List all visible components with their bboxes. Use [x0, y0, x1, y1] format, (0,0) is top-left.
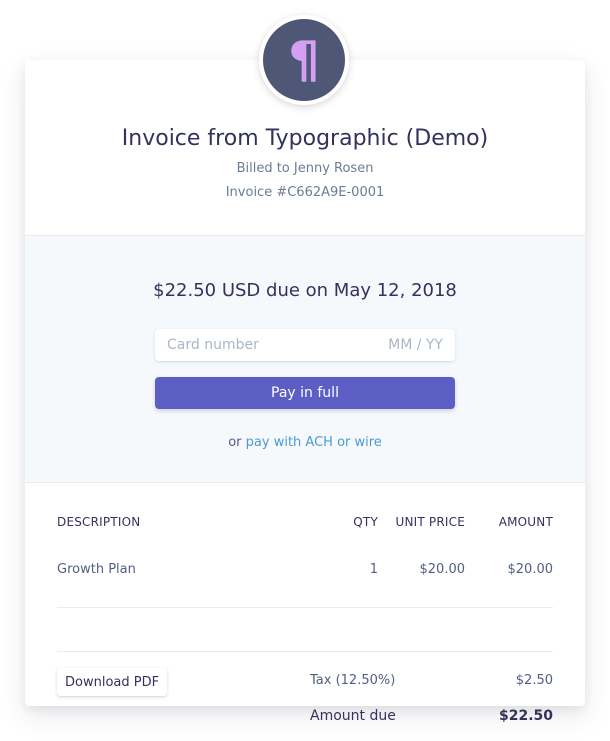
divider [57, 651, 553, 652]
row-qty: 1 [369, 562, 378, 577]
pay-in-full-button[interactable]: Pay in full [155, 377, 455, 409]
ach-wire-link[interactable]: pay with ACH or wire [246, 435, 382, 450]
divider [57, 607, 553, 608]
pilcrow-icon: ¶ [288, 31, 320, 89]
company-logo: ¶ [259, 15, 349, 105]
card-number-placeholder[interactable]: Card number [167, 337, 259, 353]
expiry-placeholder[interactable]: MM / YY [388, 337, 443, 353]
row-unit-price: $20.00 [419, 562, 466, 577]
amount-due-heading: $22.50 USD due on May 12, 2018 [153, 280, 457, 301]
col-unit-price: UNIT PRICE [395, 515, 465, 529]
col-qty: QTY [353, 515, 378, 529]
row-amount: $20.00 [507, 562, 554, 577]
tax-label: Tax (12.50%) [310, 673, 396, 688]
alt-payment: or pay with ACH or wire [25, 435, 585, 450]
payment-section: $22.50 USD due on May 12, 2018 Card numb… [25, 235, 585, 483]
download-pdf-button[interactable]: Download PDF [57, 668, 168, 696]
col-description: DESCRIPTION [57, 515, 141, 529]
amount-due-label: Amount due [310, 708, 396, 724]
invoice-card: Invoice from Typographic (Demo) Billed t… [25, 60, 585, 724]
tax-value: $2.50 [515, 673, 553, 688]
amount-due-value: $22.50 [498, 708, 553, 724]
billed-to: Billed to Jenny Rosen [236, 161, 374, 176]
row-description: Growth Plan [57, 562, 136, 577]
card-input[interactable]: Card number MM / YY [155, 329, 455, 361]
alt-prefix: or [228, 435, 242, 450]
invoice-title: Invoice from Typographic (Demo) [121, 126, 489, 151]
invoice-number: Invoice #C662A9E-0001 [225, 185, 385, 200]
col-amount: AMOUNT [498, 515, 553, 529]
